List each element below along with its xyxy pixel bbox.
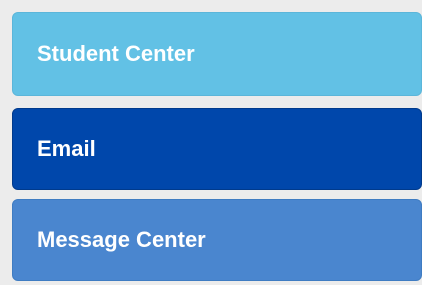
email-button[interactable]: Email	[12, 108, 422, 190]
student-center-button[interactable]: Student Center	[12, 12, 422, 96]
message-center-button[interactable]: Message Center	[12, 199, 422, 281]
navigation-menu: Student Center Email Message Center	[12, 12, 422, 281]
email-label: Email	[37, 136, 96, 161]
message-center-label: Message Center	[37, 227, 206, 252]
student-center-label: Student Center	[37, 41, 195, 66]
